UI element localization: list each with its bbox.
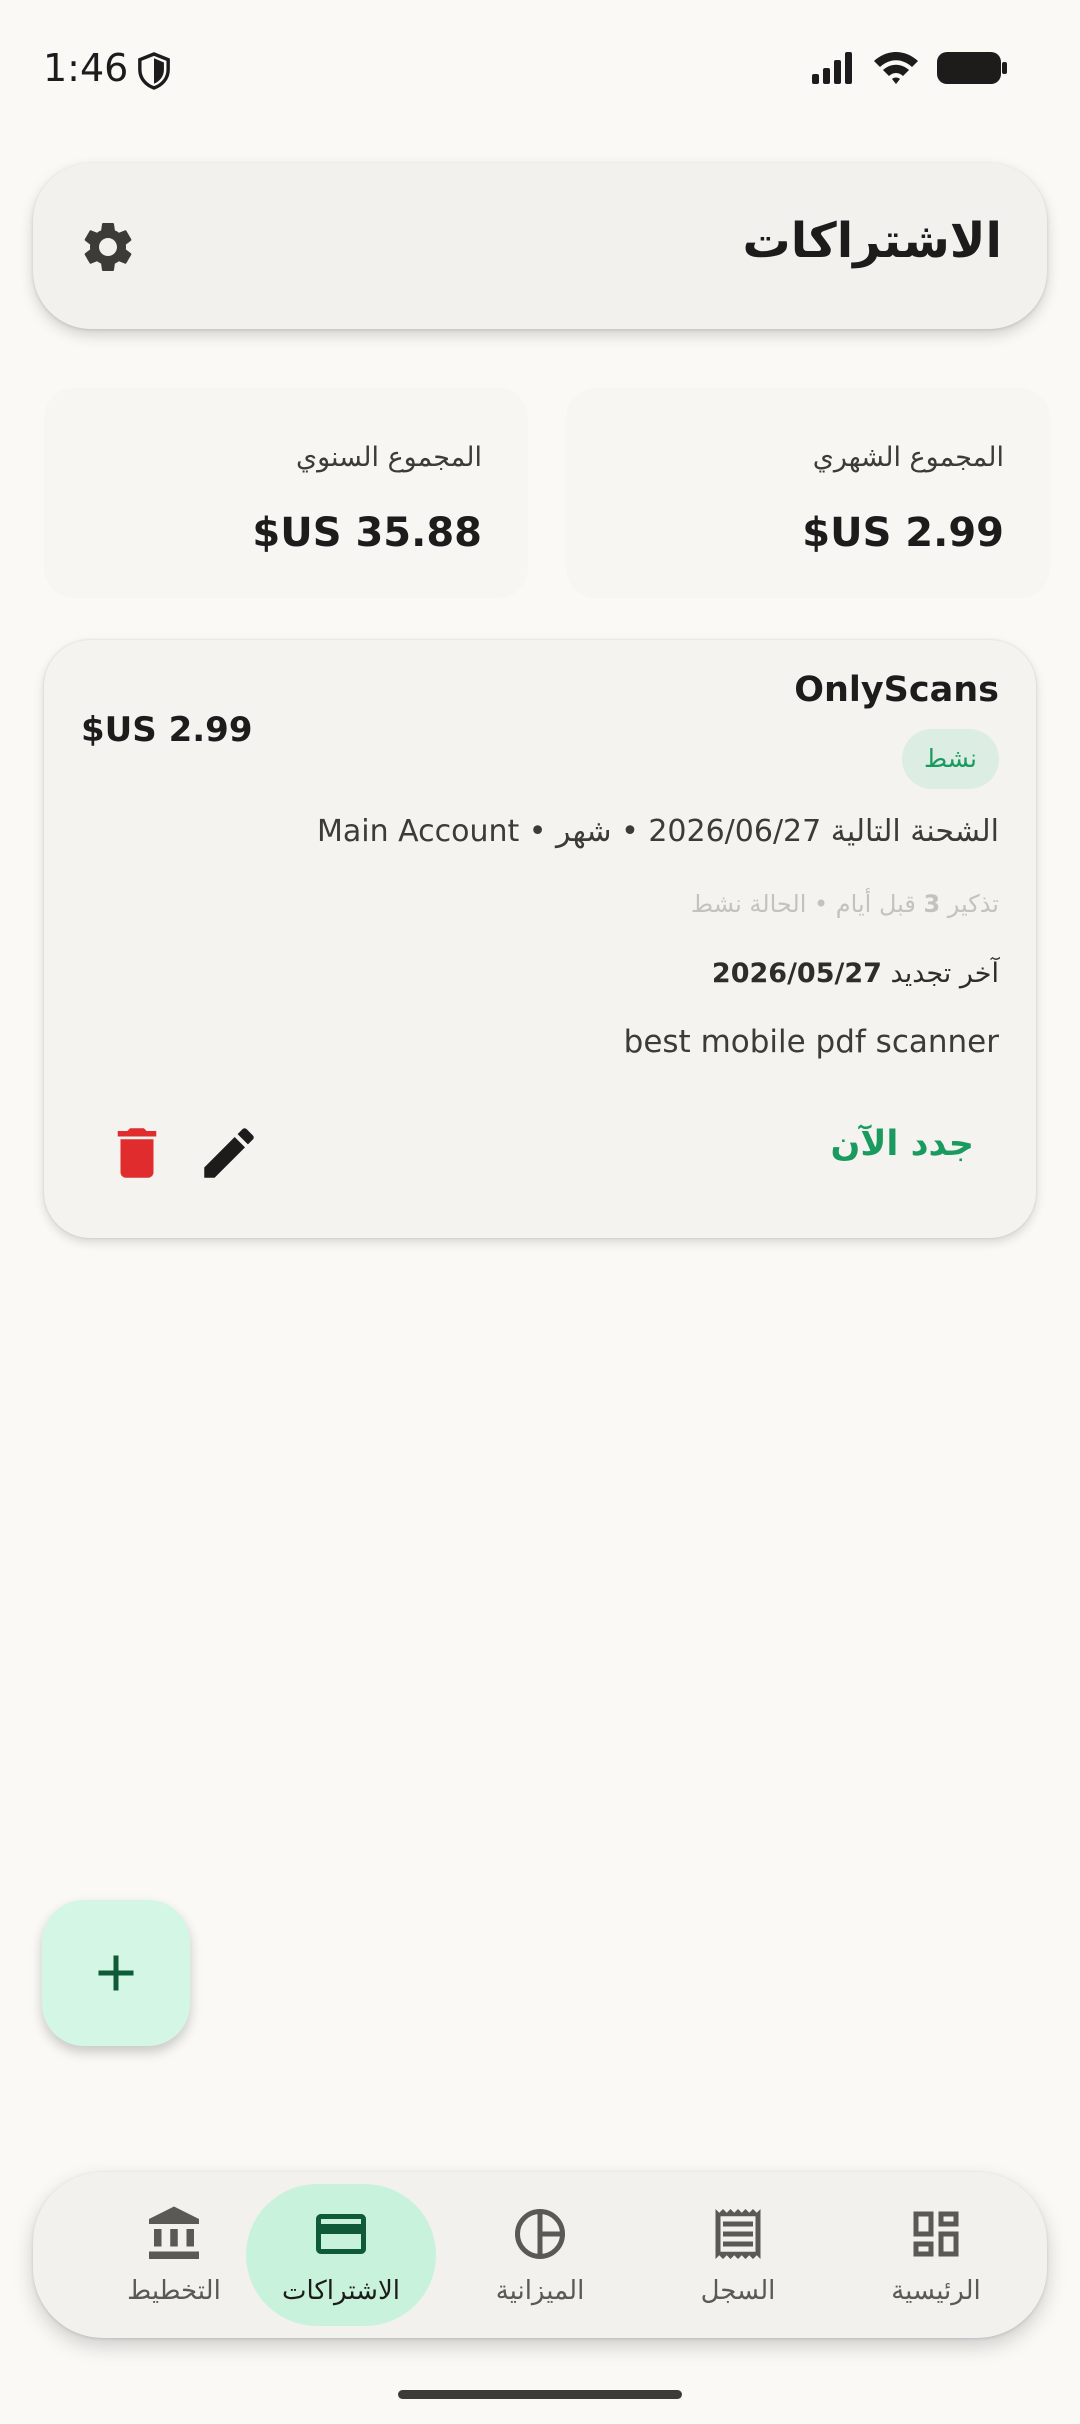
nav-label-budget: الميزانية [495, 2276, 585, 2306]
monthly-total-value: $US 2.99 [802, 510, 1004, 556]
reminder-suffix: قبل أيام • الحالة نشط [690, 890, 924, 918]
yearly-total-label: المجموع السنوي [295, 442, 482, 473]
nav-label-home: الرئيسية [891, 2276, 981, 2306]
pencil-icon[interactable] [196, 1120, 262, 1186]
nav-item-budget[interactable]: الميزانية [445, 2172, 635, 2338]
nav-item-planning[interactable]: التخطيط [79, 2172, 269, 2338]
renew-now-button[interactable]: جدد الآن [830, 1124, 974, 1164]
monthly-total-card: المجموع الشهري $US 2.99 [566, 388, 1050, 598]
last-renewal-label: آخر تجديد [881, 958, 999, 989]
card-icon [311, 2204, 371, 2264]
nav-label-history: السجل [700, 2276, 776, 2306]
bank-icon [144, 2204, 204, 2264]
subscription-note: best mobile pdf scanner [623, 1024, 999, 1060]
last-renewal-line: آخر تجديد 2026/05/27 [712, 958, 999, 989]
yearly-total-card: المجموع السنوي $US 35.88 [44, 388, 528, 598]
reminder-days: 3 [923, 890, 941, 918]
reminder-prefix: تذكير [940, 890, 999, 918]
plus-icon [98, 1955, 134, 1991]
subscription-card[interactable]: OnlyScans $US 2.99 نشط الشحنة التالية 20… [44, 640, 1036, 1238]
subscription-price: $US 2.99 [81, 710, 253, 750]
wifi-icon [872, 50, 920, 90]
shield-icon [137, 52, 171, 94]
signal-icon [810, 50, 856, 90]
reminder-line: تذكير 3 قبل أيام • الحالة نشط [691, 890, 999, 918]
gear-icon[interactable] [78, 217, 138, 277]
dashboard-icon [906, 2204, 966, 2264]
status-badge: نشط [902, 729, 999, 789]
nav-item-subscriptions[interactable]: الاشتراكات [246, 2172, 436, 2338]
nav-item-home[interactable]: الرئيسية [841, 2172, 1031, 2338]
monthly-total-label: المجموع الشهري [812, 442, 1004, 473]
top-app-bar: الاشتراكات [33, 163, 1047, 329]
bottom-navigation: التخطيط الاشتراكات الميزانية السجل الرئي… [33, 2172, 1047, 2338]
subscription-name: OnlyScans [794, 670, 999, 710]
status-time: 1:46 [43, 46, 129, 90]
last-renewal-date: 2026/05/27 [711, 958, 882, 989]
receipt-icon [708, 2204, 768, 2264]
status-icons [810, 50, 1008, 90]
trash-icon[interactable] [104, 1120, 170, 1186]
home-indicator[interactable] [398, 2390, 682, 2399]
nav-label-planning: التخطيط [127, 2276, 221, 2306]
nav-label-subscriptions: الاشتراكات [281, 2276, 401, 2306]
page-title: الاشتراكات [742, 213, 1002, 269]
nav-item-history[interactable]: السجل [643, 2172, 833, 2338]
status-bar: 1:46 [0, 0, 1080, 140]
next-charge-line: الشحنة التالية 2026/06/27 • شهر • Main A… [316, 814, 999, 849]
pie-chart-icon [510, 2204, 570, 2264]
add-subscription-button[interactable] [42, 1900, 190, 2046]
yearly-total-value: $US 35.88 [252, 510, 482, 556]
battery-icon [936, 51, 1008, 89]
